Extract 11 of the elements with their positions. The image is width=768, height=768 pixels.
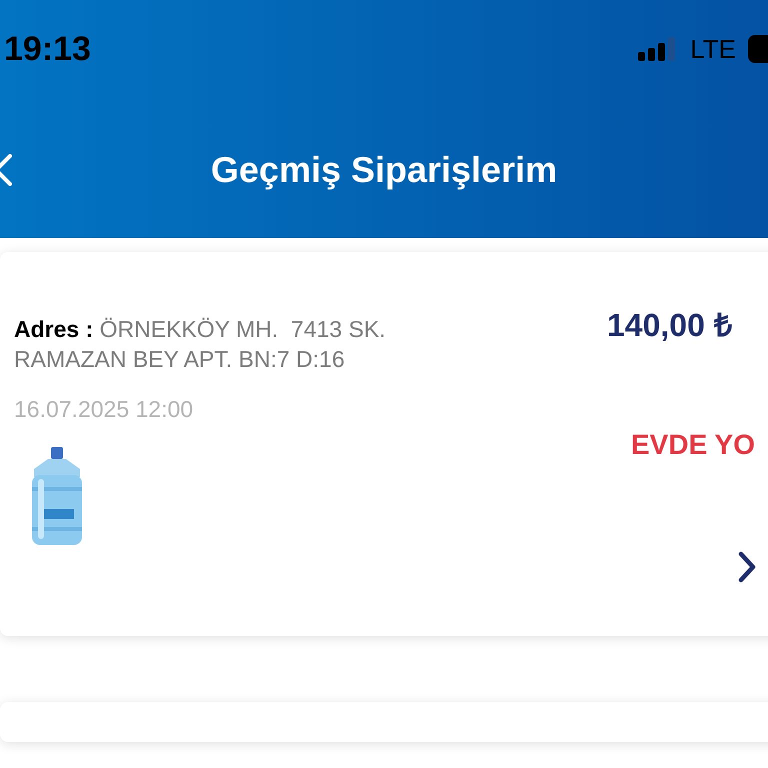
order-date: 16.07.2025 12:00 [14, 396, 194, 423]
order-price: 140,00 ₺ [607, 306, 732, 345]
order-status: EVDE YO [631, 429, 755, 461]
back-icon[interactable] [0, 154, 12, 186]
page-title: Geçmiş Siparişlerim [210, 149, 558, 191]
clock-time: 19:13 [4, 30, 91, 68]
order-card[interactable]: Adres : ÖRNEKKÖY MH. 7413 SK. RAMAZAN BEY APT. BN:7 D:16 16.07.2025 12:00 140,00 ₺ EVDE YO [0, 252, 768, 636]
network-label: LTE [690, 34, 736, 64]
chevron-right-icon[interactable] [737, 551, 757, 583]
address-text: Adres : ÖRNEKKÖY MH. 7413 SK. RAMAZAN BEY APT. BN:7 D:16 [14, 315, 387, 374]
battery-icon [748, 35, 768, 63]
